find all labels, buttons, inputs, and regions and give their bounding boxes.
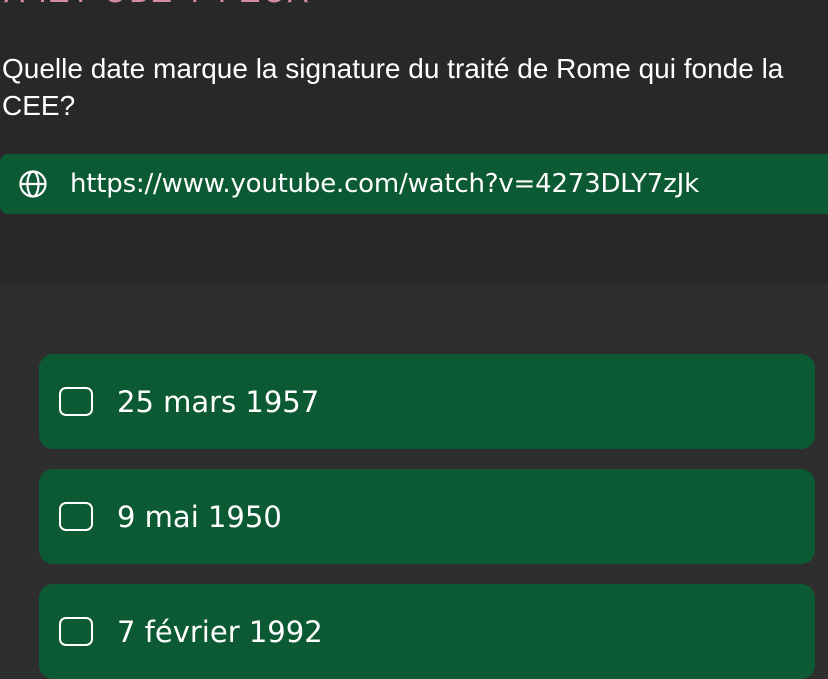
globe-icon xyxy=(19,170,47,198)
cut-off-header-text: A IZT OBZ T I ZOA xyxy=(0,0,828,8)
checkbox-icon[interactable] xyxy=(59,617,93,646)
checkbox-icon[interactable] xyxy=(59,502,93,531)
answer-option-label: 25 mars 1957 xyxy=(117,384,320,419)
video-link[interactable]: https://www.youtube.com/watch?v=4273DLY7… xyxy=(0,154,828,214)
answer-option-1[interactable]: 25 mars 1957 xyxy=(39,354,815,449)
answer-option-label: 7 février 1992 xyxy=(117,614,323,649)
answer-option-label: 9 mai 1950 xyxy=(117,499,282,534)
question-text: Quelle date marque la signature du trait… xyxy=(2,53,784,121)
video-link-url: https://www.youtube.com/watch?v=4273DLY7… xyxy=(70,169,699,199)
cut-off-header: A IZT OBZ T I ZOA xyxy=(0,0,828,8)
question-panel xyxy=(0,0,828,283)
checkbox-icon[interactable] xyxy=(59,387,93,416)
answer-option-3[interactable]: 7 février 1992 xyxy=(39,584,815,679)
answer-options: 25 mars 1957 9 mai 1950 7 février 1992 xyxy=(39,354,815,679)
answer-option-2[interactable]: 9 mai 1950 xyxy=(39,469,815,564)
